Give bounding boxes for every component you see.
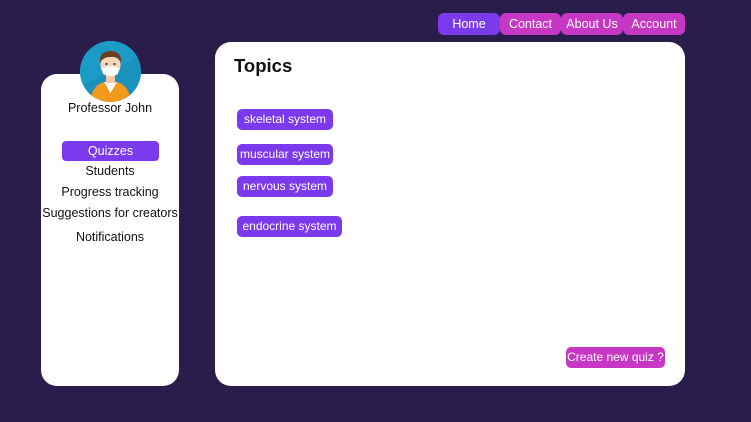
sidebar-item-suggestions-for-creators[interactable]: Suggestions for creators: [41, 206, 179, 220]
page-title: Topics: [234, 55, 293, 76]
topic-muscular-system-button[interactable]: muscular system: [237, 144, 333, 165]
sidebar-item-quizzes[interactable]: Quizzes: [62, 141, 159, 161]
app-root: Home Contact About Us Account Professor …: [0, 0, 751, 422]
sidebar-item-notifications[interactable]: Notifications: [41, 230, 179, 244]
topic-nervous-system-button[interactable]: nervous system: [237, 176, 333, 197]
create-new-quiz-button[interactable]: Create new quiz ?: [566, 347, 665, 368]
nav-account-button[interactable]: Account: [623, 13, 685, 35]
topic-skeletal-system-button[interactable]: skeletal system: [237, 109, 333, 130]
sidebar-item-students[interactable]: Students: [41, 164, 179, 178]
main-panel: [215, 42, 685, 386]
user-name: Professor John: [67, 101, 153, 115]
nav-about-us-button[interactable]: About Us: [561, 13, 623, 35]
sidebar-item-progress-tracking[interactable]: Progress tracking: [41, 185, 179, 199]
teacher-avatar-icon: [80, 41, 141, 102]
nav-contact-button[interactable]: Contact: [500, 13, 561, 35]
topic-endocrine-system-button[interactable]: endocrine system: [237, 216, 342, 237]
nav-home-button[interactable]: Home: [438, 13, 500, 35]
